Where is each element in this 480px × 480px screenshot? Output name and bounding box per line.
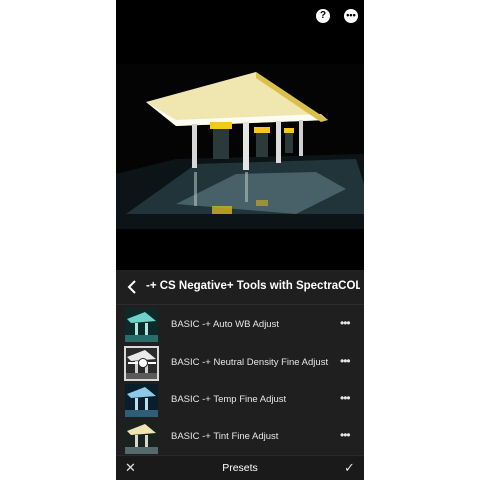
- presets-title: Presets: [222, 462, 258, 474]
- chevron-left-icon[interactable]: [126, 279, 140, 295]
- top-toolbar: ? •••: [116, 0, 364, 32]
- preset-label: BASIC -+ Neutral Density Fine Adjust: [171, 357, 329, 368]
- list-item[interactable]: BASIC -+ Auto WB Adjust •••: [116, 307, 364, 344]
- photo-preview: [116, 64, 364, 229]
- preset-thumbnail: [124, 346, 159, 381]
- more-horizontal-icon[interactable]: •••: [340, 428, 351, 442]
- preset-label: BASIC -+ Temp Fine Adjust: [171, 394, 287, 405]
- list-item[interactable]: BASIC -+ Neutral Density Fine Adjust •••: [116, 345, 364, 382]
- more-horizontal-icon[interactable]: •••: [340, 354, 351, 368]
- preset-label: BASIC -+ Tint Fine Adjust: [171, 431, 279, 442]
- preset-thumbnail: [125, 421, 158, 454]
- list-item[interactable]: BASIC -+ Temp Fine Adjust •••: [116, 382, 364, 419]
- checkmark-icon[interactable]: ✓: [344, 460, 355, 476]
- app-screen: ? ••• -+ CS Negative+ Tools with Spectra…: [116, 0, 364, 480]
- slider-knob: [138, 358, 148, 368]
- collection-title: -+ CS Negative+ Tools with SpectraCOLOR™…: [146, 280, 360, 292]
- more-horizontal-icon[interactable]: •••: [340, 316, 351, 330]
- more-horizontal-icon[interactable]: •••: [344, 9, 358, 23]
- help-circle-icon[interactable]: ?: [316, 9, 330, 23]
- preset-label: BASIC -+ Auto WB Adjust: [171, 319, 279, 330]
- preset-thumbnail: [125, 309, 158, 342]
- collection-header: -+ CS Negative+ Tools with SpectraCOLOR™…: [116, 270, 364, 305]
- preset-thumbnail: [125, 384, 158, 417]
- list-item[interactable]: BASIC -+ Tint Fine Adjust •••: [116, 419, 364, 456]
- presets-panel: -+ CS Negative+ Tools with SpectraCOLOR™…: [116, 270, 364, 480]
- more-horizontal-icon[interactable]: •••: [340, 391, 351, 405]
- bottom-bar: ✕ Presets ✓: [116, 455, 364, 480]
